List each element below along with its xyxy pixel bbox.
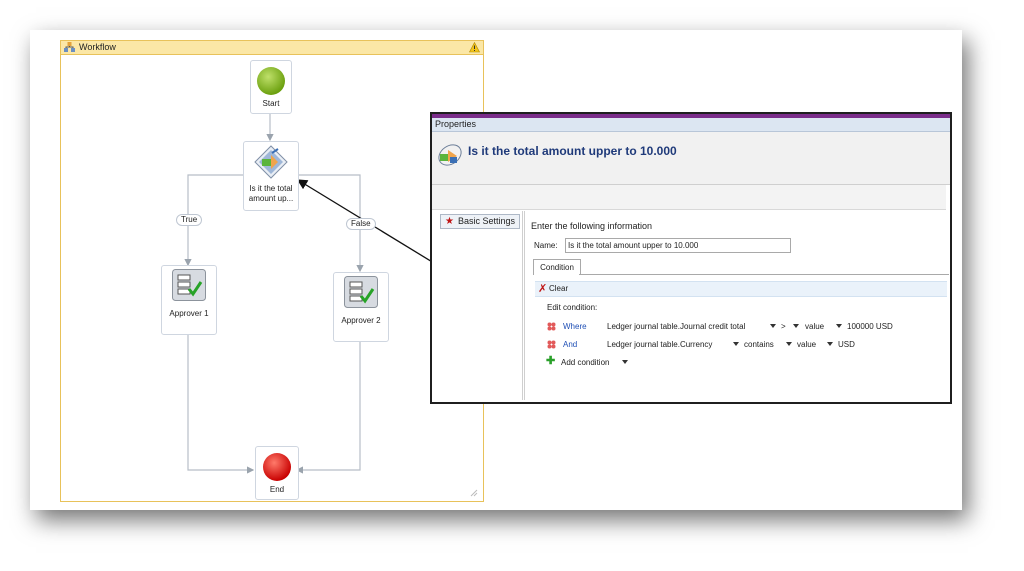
condition-field-select[interactable]: Ledger journal table.Currency bbox=[607, 340, 712, 349]
remove-condition-icon[interactable] bbox=[547, 340, 556, 349]
decision-icon bbox=[438, 144, 462, 166]
resize-grip-icon[interactable] bbox=[470, 489, 478, 497]
tab-divider bbox=[579, 274, 949, 275]
condition-keyword: Where bbox=[563, 322, 587, 331]
chevron-down-icon[interactable] bbox=[786, 342, 792, 346]
chevron-down-icon[interactable] bbox=[770, 324, 776, 328]
add-condition-button[interactable]: Add condition bbox=[561, 358, 609, 367]
properties-heading: Is it the total amount upper to 10.000 bbox=[468, 144, 677, 158]
end-label: End bbox=[269, 485, 285, 494]
approver-1-node[interactable]: Approver 1 bbox=[161, 265, 217, 335]
properties-content: Enter the following information Name: Co… bbox=[524, 211, 949, 400]
name-label: Name: bbox=[534, 241, 558, 250]
true-branch-label: True bbox=[176, 214, 203, 226]
intro-text: Enter the following information bbox=[531, 221, 653, 231]
condition-value[interactable]: 100000 USD bbox=[847, 322, 893, 331]
add-icon[interactable]: ✚ bbox=[546, 354, 555, 367]
condition-field-select[interactable]: Ledger journal table.Journal credit tota… bbox=[607, 322, 745, 331]
chevron-down-icon[interactable] bbox=[793, 324, 799, 328]
star-icon: ★ bbox=[445, 216, 454, 227]
condition-value[interactable]: USD bbox=[838, 340, 855, 349]
end-circle-icon bbox=[263, 453, 291, 481]
false-branch-label: False bbox=[346, 218, 376, 230]
approver-2-label: Approver 2 bbox=[341, 316, 381, 325]
end-node[interactable]: End bbox=[255, 446, 299, 500]
decision-label: Is it the total amount up... bbox=[248, 184, 294, 203]
start-node[interactable]: Start bbox=[250, 60, 292, 114]
condition-operator-select[interactable]: > bbox=[781, 322, 786, 331]
chevron-down-icon[interactable] bbox=[622, 360, 628, 364]
remove-condition-icon[interactable] bbox=[547, 322, 556, 331]
condition-type-select[interactable]: value bbox=[797, 340, 816, 349]
chevron-down-icon[interactable] bbox=[733, 342, 739, 346]
approver-2-node[interactable]: Approver 2 bbox=[333, 272, 389, 342]
tab-condition[interactable]: Condition bbox=[533, 259, 581, 275]
condition-keyword: And bbox=[563, 340, 578, 349]
chevron-down-icon[interactable] bbox=[827, 342, 833, 346]
sidebar-item-label: Basic Settings bbox=[458, 216, 516, 226]
condition-operator-select[interactable]: contains bbox=[744, 340, 774, 349]
approval-icon bbox=[172, 269, 206, 301]
edit-condition-label: Edit condition: bbox=[547, 303, 598, 312]
properties-title: Properties bbox=[432, 118, 950, 132]
clear-label: Clear bbox=[549, 284, 569, 293]
sidebar-item-basic-settings[interactable]: ★ Basic Settings bbox=[440, 214, 520, 229]
decision-icon bbox=[254, 145, 288, 179]
properties-header: Is it the total amount upper to 10.000 bbox=[432, 132, 950, 185]
properties-window: Properties Is it the total amount upper … bbox=[430, 112, 952, 404]
condition-type-select[interactable]: value bbox=[805, 322, 824, 331]
properties-sidebar: ★ Basic Settings bbox=[438, 211, 523, 400]
clear-button[interactable]: ✗ Clear bbox=[535, 281, 947, 297]
start-label: Start bbox=[262, 99, 280, 108]
name-input[interactable] bbox=[565, 238, 791, 253]
properties-toolbar-strip bbox=[432, 185, 946, 210]
chevron-down-icon[interactable] bbox=[836, 324, 842, 328]
decision-node[interactable]: Is it the total amount up... bbox=[243, 141, 299, 211]
approver-1-label: Approver 1 bbox=[169, 309, 209, 318]
start-circle-icon bbox=[257, 67, 285, 95]
approval-icon bbox=[344, 276, 378, 308]
clear-icon: ✗ bbox=[538, 283, 548, 295]
